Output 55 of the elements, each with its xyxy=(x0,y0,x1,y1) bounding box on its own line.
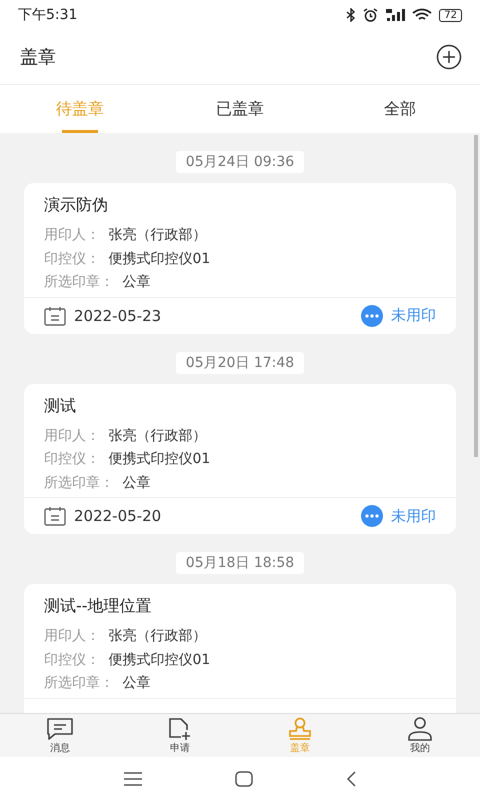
add-button[interactable] xyxy=(436,44,462,70)
time-label: 05月24日 09:36 xyxy=(176,151,304,173)
tab[interactable]: 已盖章 xyxy=(160,85,320,133)
record-date: 2022-05-23 xyxy=(74,306,162,324)
nav-item[interactable]: 申请 xyxy=(120,714,240,757)
field-label: 所选印章： xyxy=(44,274,114,290)
record-title: 演示防伪 xyxy=(43,195,109,216)
calendar-icon xyxy=(44,506,66,526)
menu-icon[interactable] xyxy=(123,772,143,786)
record-title: 测试--地理位置 xyxy=(43,596,153,617)
field-value: 张亮（行政部） xyxy=(108,428,206,444)
record-title: 测试 xyxy=(43,396,77,416)
time-label: 05月20日 17:48 xyxy=(176,352,304,374)
record-status: 未用印 xyxy=(391,506,436,526)
field-value: 便携式印控仪01 xyxy=(108,250,210,266)
back-icon[interactable] xyxy=(345,770,357,786)
field-value: 便携式印控仪01 xyxy=(108,652,210,668)
field-label: 用印人： xyxy=(44,428,100,444)
field-value: 便携式印控仪01 xyxy=(108,451,210,467)
field-value: 公章 xyxy=(122,474,150,490)
tab[interactable]: 全部 xyxy=(320,85,480,133)
alarm-icon xyxy=(363,8,378,22)
field-value: 张亮（行政部） xyxy=(108,227,206,243)
field-value: 张亮（行政部） xyxy=(108,628,206,644)
battery-indicator: 72 xyxy=(439,8,462,22)
record-date: 2022-05-20 xyxy=(74,507,162,525)
record-card[interactable]: 演示防伪 用印人： 张亮（行政部） 印控仪： 便携式印控仪01 所选印章： 公章 2022-05-23 未用印 xyxy=(24,183,456,334)
nav-item[interactable]: 我的 xyxy=(360,714,480,757)
nav-item[interactable]: 消息 xyxy=(0,714,120,757)
record-card[interactable]: 测试--地理位置 用印人： 张亮（行政部） 印控仪： 便携式印控仪01 所选印章： 公章 xyxy=(24,584,456,713)
message-icon xyxy=(46,716,74,740)
field-value: 公章 xyxy=(122,675,150,691)
status-time: 下午5:31 xyxy=(18,6,78,24)
person-icon xyxy=(406,716,434,740)
more-icon xyxy=(361,304,383,326)
more-icon xyxy=(361,505,383,527)
field-label: 所选印章： xyxy=(44,675,114,691)
stamp-icon xyxy=(286,716,314,740)
signal-icon xyxy=(385,8,406,22)
time-label: 05月18日 18:58 xyxy=(176,552,304,574)
record-status: 未用印 xyxy=(391,306,436,325)
new-document-icon xyxy=(167,716,193,740)
bluetooth-icon xyxy=(346,8,356,22)
field-label: 印控仪： xyxy=(44,250,100,266)
field-label: 用印人： xyxy=(44,227,100,243)
record-card[interactable]: 测试 用印人： 张亮（行政部） 印控仪： 便携式印控仪01 所选印章： 公章 2022-05-20 未用印 xyxy=(24,384,456,534)
field-value: 公章 xyxy=(122,274,150,290)
field-label: 所选印章： xyxy=(44,474,114,490)
field-label: 用印人： xyxy=(44,628,100,644)
page-title: 盖章 xyxy=(20,46,56,69)
field-label: 印控仪： xyxy=(44,652,100,668)
wifi-icon xyxy=(412,8,432,22)
field-label: 印控仪： xyxy=(44,451,100,467)
home-icon[interactable] xyxy=(235,770,253,786)
calendar-icon xyxy=(44,306,66,326)
